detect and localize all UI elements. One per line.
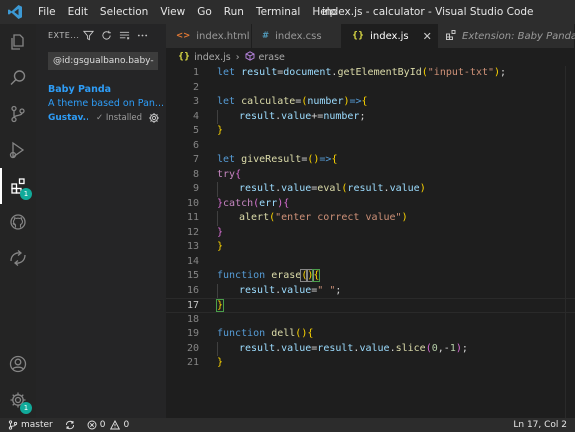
code-line: 1 let result=document.getElementById("inp…: [192, 67, 507, 78]
menu-terminal[interactable]: Terminal: [250, 0, 306, 24]
error-icon: [87, 420, 97, 430]
breadcrumb-separator-icon: ›: [235, 51, 240, 63]
code-editor[interactable]: 1 let result=document.getElementById("inp…: [166, 66, 575, 418]
js-file-icon: {}: [352, 31, 365, 41]
code-line: 7 let giveResult=()=>{: [192, 154, 338, 165]
error-count: 0: [99, 420, 106, 430]
tab-extension-baby-panda[interactable]: Extension: Baby Panda: [438, 24, 575, 48]
text-cursor: [223, 299, 225, 311]
tab-index-css[interactable]: # index.css: [252, 24, 342, 48]
extension-installed-status: ✓ Installed: [96, 113, 143, 123]
code-line: 16 result.value=" ";: [166, 283, 575, 298]
cursor-position[interactable]: Ln 17, Col 2: [513, 418, 567, 432]
css-file-icon: #: [262, 31, 270, 41]
extensions-search-input[interactable]: @id:gsgualbano.baby-: [48, 52, 158, 70]
settings-badge: 1: [20, 402, 32, 414]
code-line: 19 function dell(){: [186, 328, 314, 339]
manage-gear-icon[interactable]: 1: [0, 382, 36, 418]
extension-gear-icon[interactable]: [148, 112, 160, 124]
code-line: 6: [192, 139, 199, 151]
sync-icon[interactable]: [65, 420, 75, 430]
extension-description: A theme based on Pan...: [48, 98, 164, 109]
code-line: 20 result.value=result.value.slice(0,-1);: [166, 341, 575, 356]
tab-index-html[interactable]: <> index.html: [166, 24, 252, 48]
explorer-icon[interactable]: [0, 24, 36, 60]
vscode-logo-icon: [6, 3, 24, 21]
editor-scrollbar[interactable]: [565, 66, 575, 418]
breadcrumb-file[interactable]: index.js: [194, 52, 231, 63]
git-branch-status[interactable]: master: [8, 420, 53, 430]
github-icon[interactable]: [0, 204, 36, 240]
code-line: 5}: [192, 125, 224, 136]
warning-icon: [110, 420, 121, 430]
code-line: 11 alert("enter correct value"): [166, 211, 575, 226]
warning-count: 0: [123, 420, 130, 430]
code-line: 15 function erase(){: [186, 269, 321, 282]
more-actions-icon[interactable]: [136, 29, 148, 41]
extension-list-item[interactable]: Baby Panda A theme based on Pan... Gusta…: [36, 82, 166, 130]
problems-status[interactable]: 0 0: [87, 420, 129, 430]
window-title: index.js - calculator - Visual Studio Co…: [322, 6, 534, 18]
tab-index-js[interactable]: {} index.js ✕: [342, 24, 438, 48]
extension-author: Gustav...: [48, 113, 88, 123]
method-cube-icon: [245, 50, 255, 64]
code-line: 14: [186, 255, 199, 267]
code-line: 18: [186, 313, 199, 325]
js-file-icon: {}: [178, 52, 191, 62]
tab-label: index.css: [275, 30, 322, 42]
menu-file[interactable]: File: [32, 0, 62, 24]
menu-run[interactable]: Run: [218, 0, 250, 24]
code-line: 21}: [186, 357, 224, 368]
menu-view[interactable]: View: [154, 0, 191, 24]
extensions-icon[interactable]: 1: [0, 168, 36, 204]
code-line: 12}: [186, 226, 224, 238]
menu-selection[interactable]: Selection: [94, 0, 154, 24]
extension-meta: Gustav... ✓ Installed: [48, 112, 166, 124]
clear-list-icon[interactable]: [118, 29, 130, 41]
git-branch-label: master: [21, 420, 53, 430]
search-icon[interactable]: [0, 60, 36, 96]
status-bar: master 0 0 Ln 17, Col 2: [0, 418, 575, 432]
menu-go[interactable]: Go: [191, 0, 218, 24]
code-line: 13}: [186, 241, 224, 252]
account-icon[interactable]: [0, 346, 36, 382]
extension-name: Baby Panda: [48, 84, 112, 95]
filter-icon[interactable]: [82, 29, 94, 41]
code-line: 8 try{: [192, 168, 242, 180]
git-branch-icon: [8, 420, 18, 430]
code-line: 4 result.value+=number;: [166, 109, 575, 124]
code-line: 9 result.value=eval(result.value): [166, 182, 575, 197]
code-line: 3 let calculate=(number)=>{: [192, 96, 368, 107]
code-line: 2: [192, 81, 199, 93]
remote-icon[interactable]: [0, 240, 36, 276]
editor-tab-bar: <> index.html # index.css {} index.js ✕ …: [166, 24, 575, 48]
run-debug-icon[interactable]: [0, 132, 36, 168]
sidebar-title: EXTE...: [48, 30, 80, 40]
extensions-badge: 1: [20, 188, 32, 200]
refresh-icon[interactable]: [100, 29, 112, 41]
breadcrumb-symbol[interactable]: erase: [259, 52, 285, 63]
tab-label: index.js: [370, 30, 409, 42]
extension-tab-icon: [446, 29, 456, 43]
html-file-icon: <>: [176, 31, 191, 41]
close-tab-icon[interactable]: ✕: [423, 30, 432, 43]
breadcrumb: {} index.js › erase: [166, 48, 575, 66]
menu-edit[interactable]: Edit: [62, 0, 94, 24]
source-control-icon[interactable]: [0, 96, 36, 132]
extensions-sidebar: EXTE... @id:gsgualbano.baby- Baby Panda …: [36, 24, 166, 418]
sidebar-actions: [82, 29, 148, 41]
tab-label: Extension: Baby Panda: [462, 30, 575, 42]
title-bar: File Edit Selection View Go Run Terminal…: [0, 0, 575, 24]
activity-bar: 1 1: [0, 24, 36, 418]
code-line: 10}catch(err){: [186, 197, 290, 209]
tab-label: index.html: [196, 30, 250, 42]
code-line-current: 17}: [166, 298, 575, 313]
